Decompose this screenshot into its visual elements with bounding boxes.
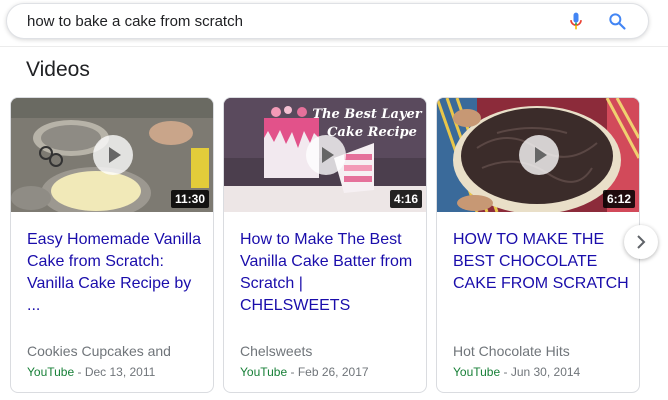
carousel-next-button[interactable]	[624, 225, 658, 259]
video-source: YouTube	[453, 365, 501, 379]
section-title: Videos	[26, 58, 90, 81]
video-card-1[interactable]: 11:30 Easy Homemade Vanilla Cake from Sc…	[10, 97, 214, 393]
video-card-3[interactable]: 6:12 HOW TO MAKE THE BEST CHOCOLATE CAKE…	[436, 97, 640, 393]
thumbnail-title-line2: Cake Recipe	[327, 125, 417, 140]
play-button-icon[interactable]	[519, 135, 559, 175]
video-date: - Jun 30, 2014	[500, 365, 581, 379]
search-bar[interactable]	[6, 3, 649, 39]
microphone-icon[interactable]	[566, 11, 586, 31]
video-source: YouTube	[240, 365, 288, 379]
video-duration: 11:30	[170, 190, 209, 208]
video-channel: Cookies Cupcakes and	[27, 343, 171, 359]
header-divider	[0, 46, 668, 47]
video-channel: Chelsweets	[240, 343, 313, 359]
chevron-right-icon	[637, 235, 646, 249]
video-title-link[interactable]: How to Make The Best Vanilla Cake Batter…	[240, 229, 416, 317]
video-date: - Dec 13, 2011	[74, 365, 156, 379]
play-button-icon[interactable]	[306, 135, 346, 175]
search-input[interactable]	[27, 4, 547, 38]
video-channel: Hot Chocolate Hits	[453, 343, 570, 359]
video-thumbnail-2[interactable]: The Best Layer Cake Recipe 4:16	[224, 98, 426, 212]
video-title-link[interactable]: Easy Homemade Vanilla Cake from Scratch:…	[27, 229, 203, 317]
video-meta: YouTube - Feb 26, 2017	[240, 365, 369, 379]
video-duration: 6:12	[602, 190, 635, 208]
video-title-link[interactable]: HOW TO MAKE THE BEST CHOCOLATE CAKE FROM…	[453, 229, 629, 295]
thumbnail-title-line1: The Best Layer	[312, 107, 422, 122]
video-date: - Feb 26, 2017	[287, 365, 369, 379]
video-thumbnail-1[interactable]: 11:30	[11, 98, 213, 212]
video-duration: 4:16	[389, 190, 422, 208]
play-button-icon[interactable]	[93, 135, 133, 175]
video-source: YouTube	[27, 365, 75, 379]
video-card-2[interactable]: The Best Layer Cake Recipe 4:16 How to M…	[223, 97, 427, 393]
video-thumbnail-3[interactable]: 6:12	[437, 98, 639, 212]
video-meta: YouTube - Jun 30, 2014	[453, 365, 580, 379]
video-meta: YouTube - Dec 13, 2011	[27, 365, 155, 379]
search-icon[interactable]	[607, 11, 627, 31]
